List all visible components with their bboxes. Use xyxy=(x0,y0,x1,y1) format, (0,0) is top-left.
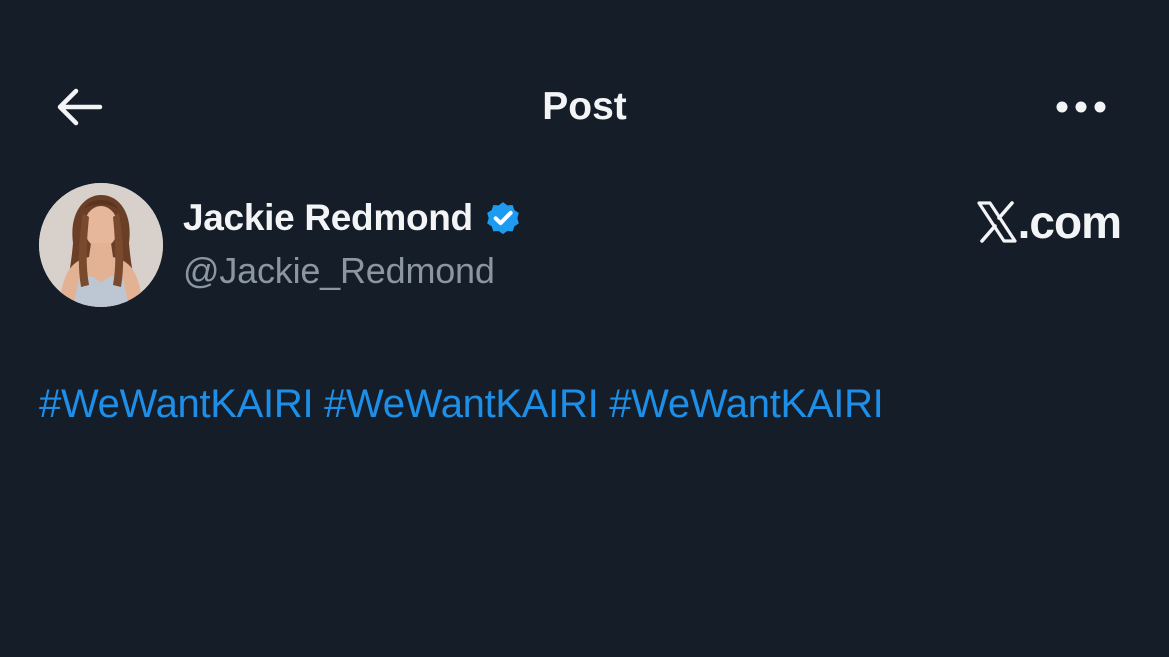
watermark-suffix: .com xyxy=(1017,196,1122,248)
verified-badge-icon xyxy=(487,202,519,235)
top-bar: Post xyxy=(0,0,1169,215)
page-title: Post xyxy=(542,85,627,128)
author-name-row: Jackie Redmond xyxy=(183,194,523,242)
hashtag-link[interactable]: #WeWantKAIRI xyxy=(39,382,314,426)
back-button[interactable] xyxy=(52,84,106,130)
x-logo-icon xyxy=(977,201,1017,243)
post-text: #WeWantKAIRI #WeWantKAIRI #WeWantKAIRI xyxy=(39,376,884,432)
hashtag-link[interactable]: #WeWantKAIRI xyxy=(609,382,884,426)
more-horizontal-icon xyxy=(1056,101,1106,113)
arrow-left-icon xyxy=(57,88,103,126)
author-handle[interactable]: @Jackie_Redmond xyxy=(183,248,495,294)
hashtag-link[interactable]: #WeWantKAIRI xyxy=(324,382,599,426)
x-com-watermark: .com xyxy=(977,195,1122,249)
more-options-button[interactable] xyxy=(1052,88,1110,126)
profile-photo xyxy=(39,183,163,307)
author-display-name[interactable]: Jackie Redmond xyxy=(183,197,473,239)
avatar[interactable] xyxy=(39,183,163,307)
